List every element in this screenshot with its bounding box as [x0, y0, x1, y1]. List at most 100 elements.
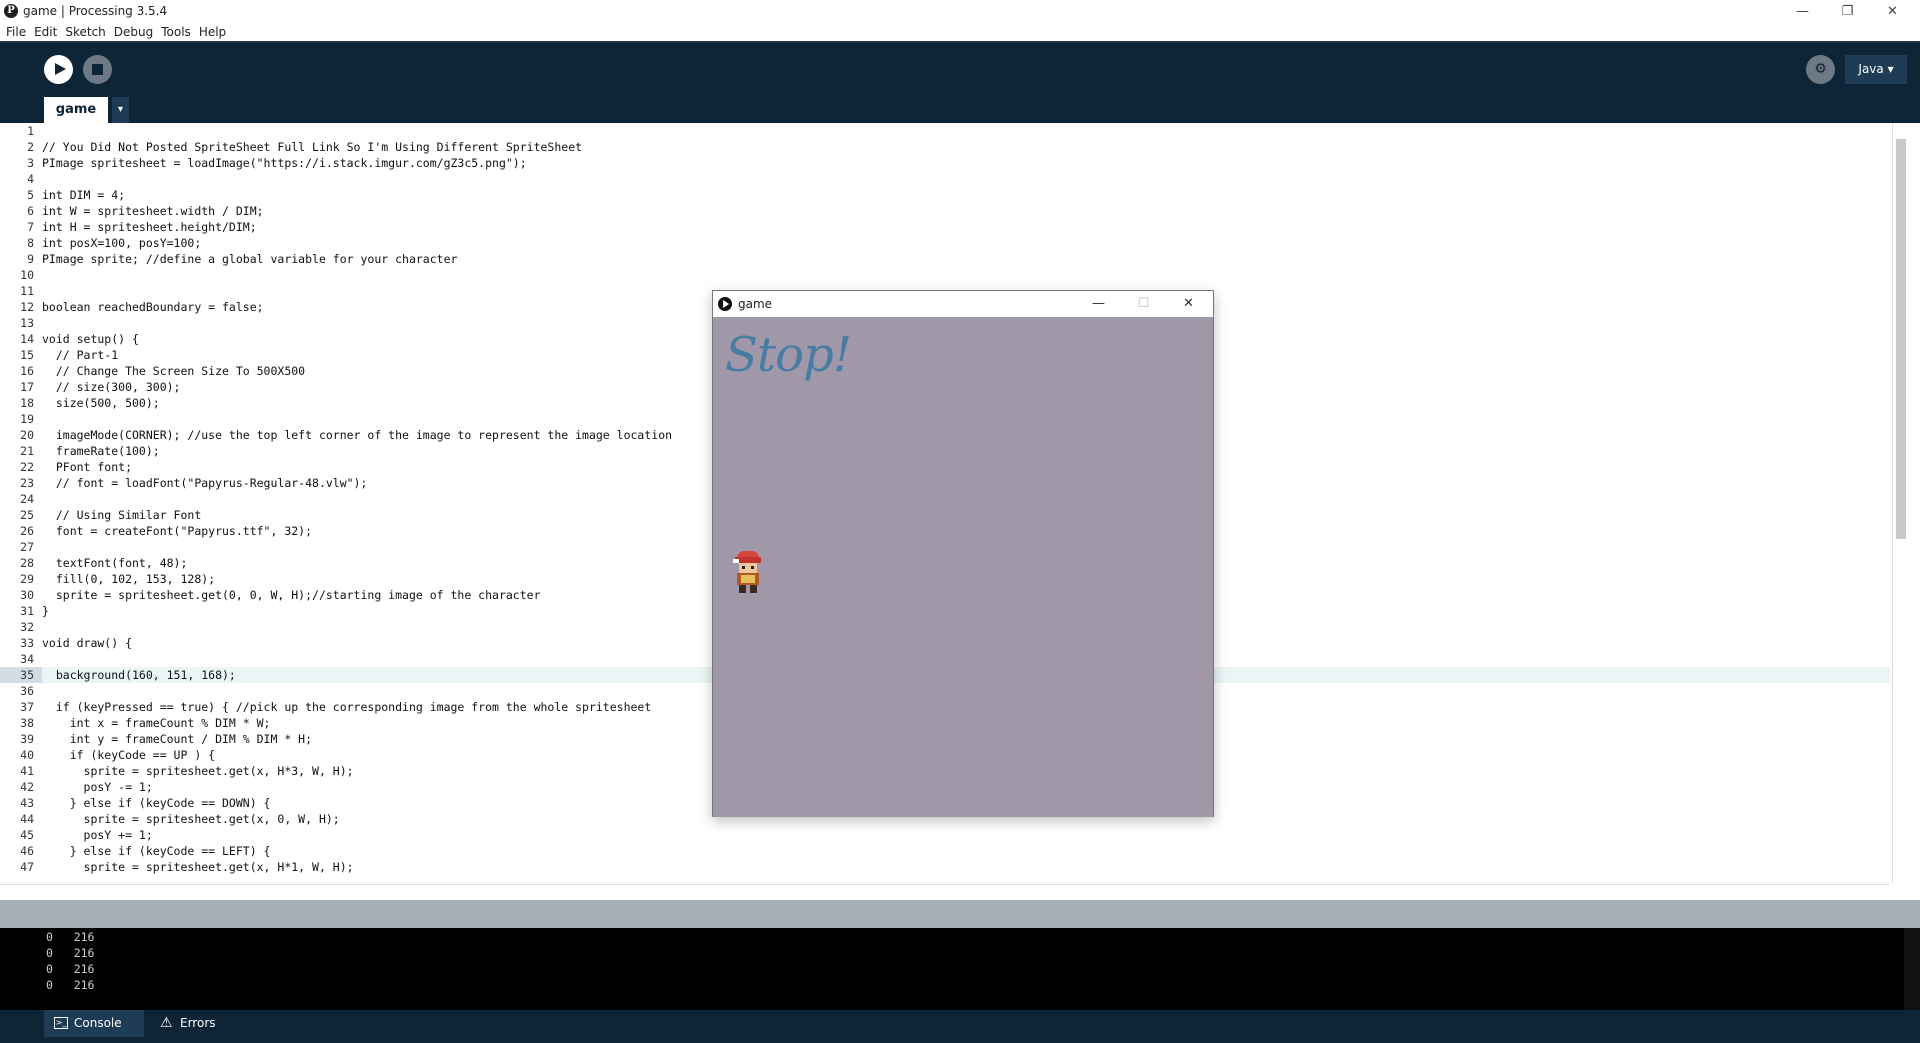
debug-icon[interactable]: ⚙	[1806, 55, 1835, 84]
line-number: 19	[20, 412, 34, 426]
line-number: 14	[20, 332, 34, 346]
tab-console[interactable]: >_ Console	[44, 1010, 144, 1037]
line-number: 22	[20, 460, 34, 474]
code-line[interactable]: 9 PImage sprite; //define a global variab…	[0, 251, 1890, 267]
code-text: size(500, 500);	[42, 396, 160, 410]
code-text: fill(0, 102, 153, 128);	[42, 572, 216, 586]
menu-debug[interactable]: Debug	[114, 25, 153, 39]
sketch-play-icon	[718, 297, 732, 311]
code-text: // Change The Screen Size To 500X500	[42, 364, 306, 378]
console-line: 0 216	[46, 978, 95, 992]
line-number: 41	[20, 764, 34, 778]
line-number: 24	[20, 492, 34, 506]
sketch-window[interactable]: game — ☐ ✕ Stop!	[712, 290, 1214, 817]
console-line: 0 216	[46, 962, 95, 976]
code-text: // You Did Not Posted SpriteSheet Full L…	[42, 140, 583, 154]
code-text: posY += 1;	[42, 828, 153, 842]
menu-help[interactable]: Help	[199, 25, 226, 39]
code-text: // size(300, 300);	[42, 380, 181, 394]
code-text: int posX=100, posY=100;	[42, 236, 202, 250]
menu-sketch[interactable]: Sketch	[65, 25, 105, 39]
tab-errors-label: Errors	[180, 1016, 216, 1030]
line-number: 8	[27, 236, 34, 250]
menu-file[interactable]: File	[6, 25, 26, 39]
code-line[interactable]: 2 // You Did Not Posted SpriteSheet Full …	[0, 139, 1890, 155]
line-number: 31	[20, 604, 34, 618]
code-line[interactable]: 1	[0, 123, 1890, 139]
line-number: 30	[20, 588, 34, 602]
code-text: }	[42, 604, 49, 618]
code-line[interactable]: 5 int DIM = 4;	[0, 187, 1890, 203]
line-number: 7	[27, 220, 34, 234]
line-number: 21	[20, 444, 34, 458]
trainer-sprite	[733, 551, 761, 593]
line-number: 4	[27, 172, 34, 186]
stop-button[interactable]	[83, 55, 112, 84]
code-text: if (keyPressed == true) { //pick up the …	[42, 700, 652, 714]
close-button[interactable]: ✕	[1870, 0, 1915, 22]
code-line[interactable]: 7 int H = spritesheet.height/DIM;	[0, 219, 1890, 235]
line-number: 13	[20, 316, 34, 330]
code-text: int y = frameCount / DIM % DIM * H;	[42, 732, 313, 746]
tab-game[interactable]: game	[44, 97, 108, 123]
status-bar	[0, 900, 1920, 928]
code-text: void setup() {	[42, 332, 139, 346]
line-number: 15	[20, 348, 34, 362]
window-titlebar: P game | Processing 3.5.4	[0, 0, 1920, 22]
sketch-title: game	[738, 297, 773, 311]
mode-selector[interactable]: Java ▾	[1845, 55, 1907, 84]
code-line[interactable]: 10	[0, 267, 1890, 283]
tab-errors[interactable]: ⚠ Errors	[150, 1010, 240, 1037]
code-line[interactable]: 6 int W = spritesheet.width / DIM;	[0, 203, 1890, 219]
tab-menu-arrow-icon[interactable]: ▾	[112, 97, 129, 123]
scrollbar-thumb[interactable]	[1896, 139, 1906, 539]
code-text: boolean reachedBoundary = false;	[42, 300, 264, 314]
code-text: sprite = spritesheet.get(x, H*1, W, H);	[42, 860, 354, 874]
console-line: 0 216	[46, 930, 95, 944]
sketch-minimize-button[interactable]: —	[1076, 291, 1121, 317]
run-button[interactable]	[44, 55, 73, 84]
code-text: // Part-1	[42, 348, 119, 362]
minimize-button[interactable]: —	[1780, 0, 1825, 22]
code-text: // font = loadFont("Papyrus-Regular-48.v…	[42, 476, 368, 490]
restore-button[interactable]: ❐	[1825, 0, 1870, 22]
line-number: 47	[20, 860, 34, 874]
sketch-maximize-button[interactable]: ☐	[1121, 291, 1166, 317]
line-number: 16	[20, 364, 34, 378]
console-scrollbar[interactable]	[1904, 928, 1920, 1010]
sketch-canvas[interactable]: Stop!	[713, 317, 1213, 817]
code-text: int DIM = 4;	[42, 188, 126, 202]
tab-console-label: Console	[74, 1016, 122, 1030]
code-text: // Using Similar Font	[42, 508, 202, 522]
line-number: 36	[20, 684, 34, 698]
code-text: background(160, 151, 168);	[42, 668, 236, 682]
line-number: 6	[27, 204, 34, 218]
menu-tools[interactable]: Tools	[161, 25, 191, 39]
code-text: PImage sprite; //define a global variabl…	[42, 252, 458, 266]
code-line[interactable]: 4	[0, 171, 1890, 187]
editor-horizontal-scrollbar[interactable]	[0, 884, 1890, 900]
line-number: 26	[20, 524, 34, 538]
line-number: 33	[20, 636, 34, 650]
line-number: 28	[20, 556, 34, 570]
line-number: 39	[20, 732, 34, 746]
code-line[interactable]: 46 } else if (keyCode == LEFT) {	[0, 843, 1890, 859]
code-text: PFont font;	[42, 460, 133, 474]
code-line[interactable]: 3 PImage spritesheet = loadImage("https:/…	[0, 155, 1890, 171]
code-text: if (keyCode == UP ) {	[42, 748, 216, 762]
code-text: font = createFont("Papyrus.ttf", 32);	[42, 524, 313, 538]
line-number: 42	[20, 780, 34, 794]
console-output: 0 216 0 216 0 216 0 216	[0, 928, 1920, 1010]
window-title: game | Processing 3.5.4	[23, 4, 168, 18]
bottom-tab-bar: >_ Console ⚠ Errors	[0, 1010, 1920, 1043]
line-number: 18	[20, 396, 34, 410]
line-number: 44	[20, 812, 34, 826]
editor-vertical-scrollbar[interactable]	[1892, 123, 1908, 884]
line-number: 10	[20, 268, 34, 282]
line-number: 43	[20, 796, 34, 810]
menu-edit[interactable]: Edit	[34, 25, 57, 39]
code-line[interactable]: 8 int posX=100, posY=100;	[0, 235, 1890, 251]
code-line[interactable]: 47 sprite = spritesheet.get(x, H*1, W, H…	[0, 859, 1890, 875]
code-line[interactable]: 45 posY += 1;	[0, 827, 1890, 843]
sketch-close-button[interactable]: ✕	[1166, 291, 1211, 317]
